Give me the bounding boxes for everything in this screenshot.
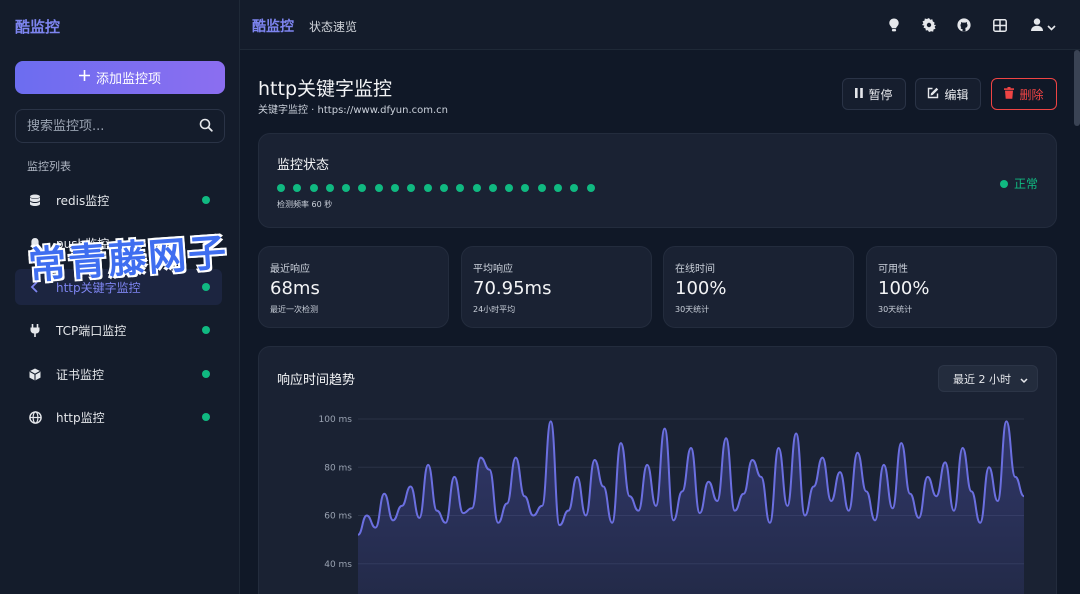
stat-card-average: 平均响应 70.95ms 24小时平均 bbox=[461, 246, 652, 328]
status-dot bbox=[999, 179, 1008, 188]
heartbeat-dot bbox=[309, 184, 318, 192]
status-dot bbox=[202, 283, 210, 291]
stat-card-latest: 最近响应 68ms 最近一次检测 bbox=[258, 246, 449, 328]
heartbeat-dot bbox=[537, 184, 546, 192]
status-dot bbox=[202, 326, 210, 334]
heartbeat-dot bbox=[505, 184, 514, 192]
app: 酷监控 添加监控项 监控列表 redis监控 push监控 http关键字监控 bbox=[0, 0, 1080, 594]
heartbeat-dot bbox=[439, 184, 448, 192]
status-dot bbox=[202, 196, 210, 204]
header-brand[interactable]: 酷监控 bbox=[252, 16, 294, 36]
sidebar: 酷监控 添加监控项 监控列表 redis监控 push监控 http关键字监控 bbox=[0, 0, 240, 594]
heartbeat-dot bbox=[407, 184, 416, 192]
status-badge: 正常 bbox=[999, 175, 1038, 192]
status-text: 正常 bbox=[1013, 177, 1038, 191]
sidebar-item-cert[interactable]: 证书监控 bbox=[15, 356, 222, 392]
heartbeat-dot bbox=[277, 184, 285, 192]
stat-value: 100% bbox=[675, 278, 727, 299]
y-tick-label: 80 ms bbox=[324, 463, 352, 473]
status-dot bbox=[202, 370, 210, 378]
stat-note: 30天统计 bbox=[675, 305, 710, 314]
search-box bbox=[15, 109, 225, 143]
stat-label: 在线时间 bbox=[675, 264, 715, 275]
lightbulb-icon[interactable] bbox=[886, 17, 902, 33]
y-tick-label: 40 ms bbox=[324, 560, 352, 570]
stat-note: 30天统计 bbox=[878, 305, 913, 314]
chevron-down-icon bbox=[1046, 16, 1056, 35]
y-tick-label: 60 ms bbox=[324, 512, 352, 522]
pause-icon bbox=[855, 87, 864, 101]
scrollbar[interactable] bbox=[1074, 50, 1080, 126]
heartbeat-dot bbox=[358, 184, 367, 192]
grid-icon[interactable] bbox=[992, 17, 1008, 33]
edit-button[interactable]: 编辑 bbox=[915, 78, 981, 110]
stat-card-uptime: 在线时间 100% 30天统计 bbox=[663, 246, 854, 328]
plus-icon bbox=[78, 70, 90, 85]
github-icon[interactable] bbox=[956, 17, 972, 33]
breadcrumb[interactable]: 状态速览 bbox=[309, 18, 357, 35]
user-icon bbox=[1030, 16, 1043, 35]
heartbeat-dot bbox=[472, 184, 481, 192]
gear-icon[interactable] bbox=[921, 17, 937, 33]
heartbeat-dot bbox=[342, 184, 351, 192]
stat-note: 最近一次检测 bbox=[270, 305, 318, 314]
sidebar-item-label: http监控 bbox=[56, 410, 105, 425]
logo[interactable]: 酷监控 bbox=[15, 16, 60, 37]
database-icon bbox=[27, 194, 43, 207]
stat-label: 可用性 bbox=[878, 264, 908, 275]
heartbeat-dot bbox=[293, 184, 302, 192]
search-icon[interactable] bbox=[199, 117, 213, 136]
status-title: 监控状态 bbox=[277, 158, 330, 173]
top-header: 酷监控 状态速览 bbox=[240, 0, 1080, 50]
stat-note: 24小时平均 bbox=[473, 305, 516, 314]
stat-label: 最近响应 bbox=[270, 264, 310, 275]
stat-value: 68ms bbox=[270, 278, 320, 299]
heartbeat-dot bbox=[554, 184, 563, 192]
globe-icon bbox=[27, 410, 43, 424]
heartbeat-dot bbox=[325, 184, 334, 192]
stat-value: 70.95ms bbox=[473, 278, 552, 299]
status-dot bbox=[202, 413, 210, 421]
cube-icon bbox=[27, 368, 43, 381]
stat-label: 平均响应 bbox=[473, 264, 513, 275]
sidebar-item-label: 证书监控 bbox=[56, 367, 105, 382]
status-card: 监控状态 检测频率 60 秒 正常 bbox=[258, 133, 1057, 228]
check-interval: 检测频率 60 秒 bbox=[277, 200, 333, 209]
y-tick-label: 100 ms bbox=[319, 415, 353, 425]
sidebar-item-label: TCP端口监控 bbox=[56, 323, 127, 338]
heartbeat-dot bbox=[586, 184, 595, 192]
monitor-subtitle: 关键字监控 · https://www.dfyun.com.cn bbox=[258, 105, 449, 116]
pause-button[interactable]: 暂停 bbox=[842, 78, 906, 110]
stat-value: 100% bbox=[878, 278, 930, 299]
monitor-title: http关键字监控 bbox=[258, 78, 393, 100]
pause-label: 暂停 bbox=[868, 87, 893, 102]
heartbeat-bar bbox=[277, 184, 595, 192]
plug-icon bbox=[27, 323, 43, 337]
add-monitor-button[interactable]: 添加监控项 bbox=[15, 61, 225, 94]
response-time-chart: 100 ms 80 ms 60 ms 40 ms bbox=[319, 415, 1025, 594]
user-menu[interactable] bbox=[1028, 17, 1058, 33]
trash-icon bbox=[1004, 86, 1015, 102]
heartbeat-dot bbox=[521, 184, 530, 192]
delete-button[interactable]: 删除 bbox=[991, 78, 1057, 110]
edit-icon bbox=[927, 87, 939, 102]
heartbeat-dot bbox=[391, 184, 400, 192]
chart-card: 响应时间趋势 最近 2 小时 100 ms 80 ms 60 ms 40 ms bbox=[258, 346, 1057, 594]
sidebar-item-label: redis监控 bbox=[56, 193, 110, 208]
search-input[interactable] bbox=[27, 118, 199, 134]
sidebar-item-tcp[interactable]: TCP端口监控 bbox=[15, 312, 222, 348]
stat-card-availability: 可用性 100% 30天统计 bbox=[866, 246, 1057, 328]
monitor-list-title: 监控列表 bbox=[27, 160, 71, 173]
heartbeat-dot bbox=[570, 184, 579, 192]
delete-label: 删除 bbox=[1019, 87, 1044, 102]
sidebar-item-redis[interactable]: redis监控 bbox=[15, 182, 222, 218]
heartbeat-dot bbox=[488, 184, 497, 192]
edit-label: 编辑 bbox=[944, 87, 969, 102]
heartbeat-dot bbox=[423, 184, 432, 192]
add-monitor-label: 添加监控项 bbox=[95, 72, 161, 87]
sidebar-item-http[interactable]: http监控 bbox=[15, 399, 222, 435]
heartbeat-dot bbox=[456, 184, 465, 192]
heartbeat-dot bbox=[374, 184, 383, 192]
